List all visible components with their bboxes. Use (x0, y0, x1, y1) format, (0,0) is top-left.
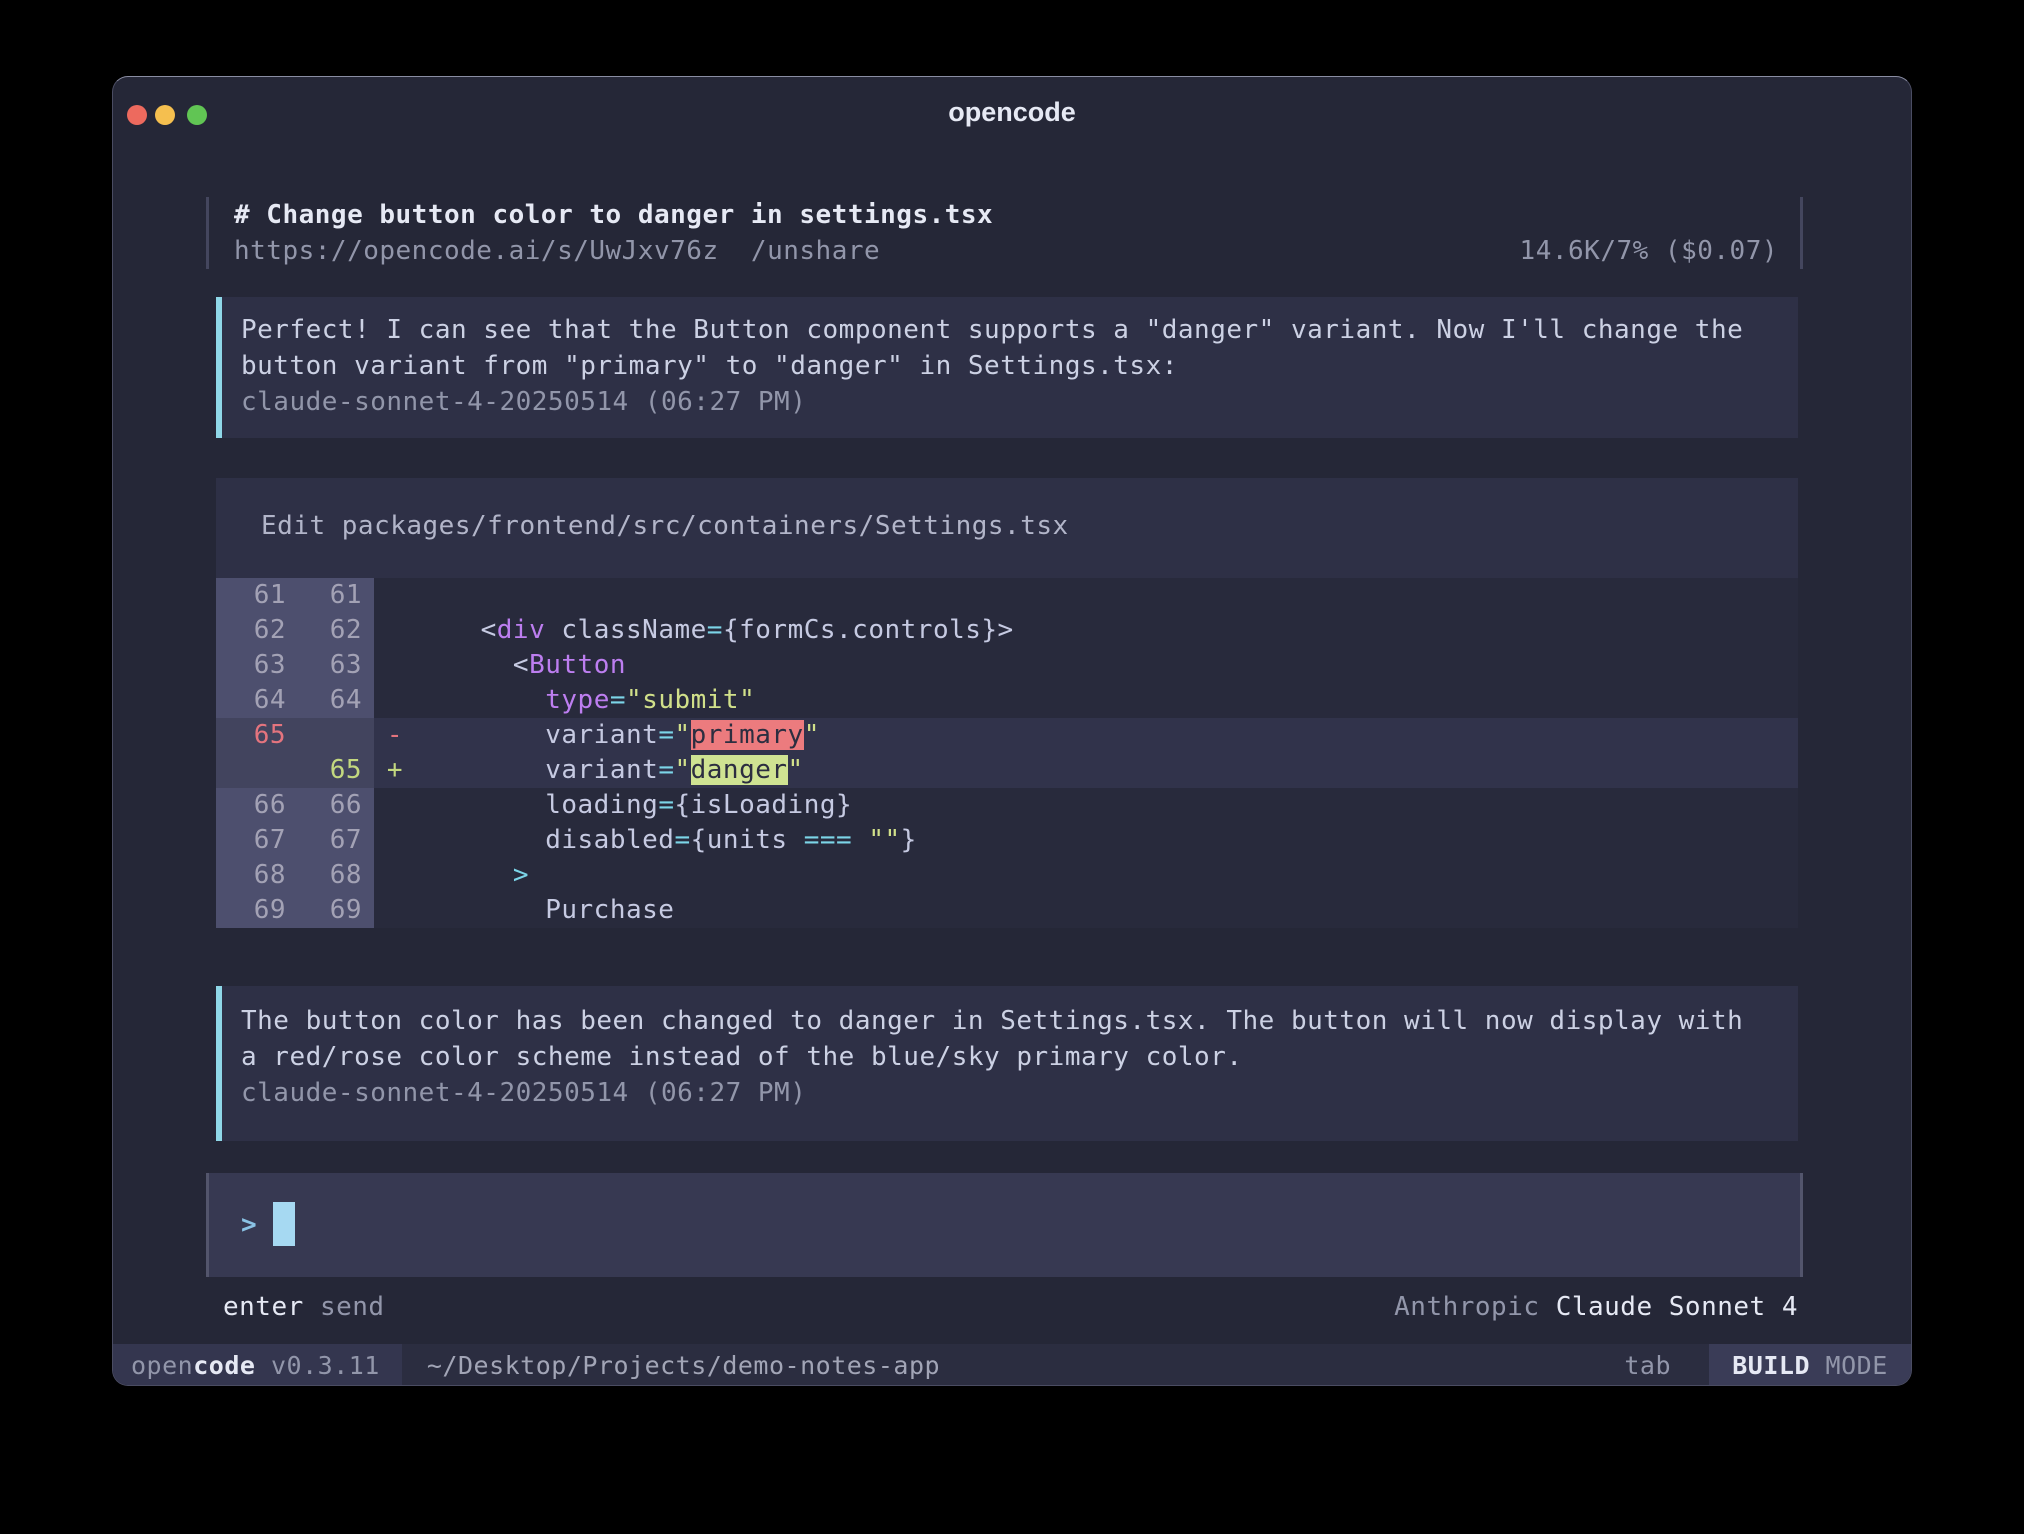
diff-line-number-new (298, 718, 374, 753)
diff-code-line (416, 578, 1798, 613)
mode-toggle[interactable]: BUILD MODE (1709, 1344, 1911, 1386)
assistant-message: The button color has been changed to dan… (216, 986, 1798, 1141)
diff-line-number-new: 64 (298, 683, 374, 718)
diff-line-number-old: 63 (216, 648, 298, 683)
diff-line-number-old: 65 (216, 718, 298, 753)
diff-row: 6262 <div className={formCs.controls}> (216, 613, 1798, 648)
diff-code-line: Purchase (416, 893, 1798, 928)
diff-marker (374, 858, 416, 893)
brand-open: open (131, 1351, 193, 1380)
footer-spacer (385, 1289, 1395, 1325)
model-label: Claude Sonnet 4 (1556, 1289, 1798, 1325)
diff-line-number-old: 61 (216, 578, 298, 613)
assistant-message: Perfect! I can see that the Button compo… (216, 297, 1798, 438)
diff-line-number-old: 66 (216, 788, 298, 823)
diff-code-line: type="submit" (416, 683, 1798, 718)
diff-code-line: variant="danger" (416, 753, 1798, 788)
version-label: v0.3.11 (255, 1351, 379, 1380)
header-spacer (880, 233, 1519, 269)
diff-marker (374, 613, 416, 648)
statusbar: opencode v0.3.11 ~/Desktop/Projects/demo… (113, 1344, 1911, 1386)
diff-line-number-new: 61 (298, 578, 374, 613)
brand-chip: opencode v0.3.11 (113, 1344, 402, 1386)
share-url-link[interactable]: https://opencode.ai/s/UwJxv76z (234, 233, 719, 269)
mode-suffix: MODE (1810, 1351, 1888, 1380)
titlebar: opencode (113, 77, 1911, 147)
opencode-window: opencode # Change button color to danger… (112, 76, 1912, 1386)
diff-line-number-new: 65 (298, 753, 374, 788)
diff-marker (374, 893, 416, 928)
diff-row: 6363 <Button (216, 648, 1798, 683)
prompt-input[interactable]: > (206, 1173, 1803, 1277)
diff-marker: - (374, 718, 416, 753)
context-stats: 14.6K/7% ($0.07) (1520, 233, 1778, 269)
diff-code-line: <Button (416, 648, 1798, 683)
diff-row: 6767 disabled={units === ""} (216, 823, 1798, 858)
message-meta: claude-sonnet-4-20250514 (06:27 PM) (241, 1075, 1798, 1111)
diff-line-number-old (216, 753, 298, 788)
session-header: # Change button color to danger in setti… (206, 197, 1803, 269)
diff-line-number-old: 69 (216, 893, 298, 928)
diff-marker (374, 823, 416, 858)
model-gap (1540, 1289, 1556, 1325)
edit-tool-block: Edit packages/frontend/src/containers/Se… (216, 478, 1798, 928)
diff-row: 65+ variant="danger" (216, 753, 1798, 788)
diff-code-line: > (416, 858, 1798, 893)
provider-label: Anthropic (1394, 1289, 1539, 1325)
message-line: Perfect! I can see that the Button compo… (241, 312, 1798, 348)
edit-tool-header: Edit packages/frontend/src/containers/Se… (216, 478, 1798, 544)
url-gap (719, 233, 751, 269)
session-title: # Change button color to danger in setti… (234, 197, 1778, 233)
diff-line-number-new: 66 (298, 788, 374, 823)
message-meta: claude-sonnet-4-20250514 (06:27 PM) (241, 384, 1798, 420)
enter-key-hint: enter (223, 1289, 304, 1325)
diff-row: 65 - variant="primary" (216, 718, 1798, 753)
diff-row: 6666 loading={isLoading} (216, 788, 1798, 823)
text-cursor (273, 1202, 295, 1246)
diff-marker (374, 578, 416, 613)
message-line: The button color has been changed to dan… (241, 1003, 1798, 1039)
diff-line-number-new: 62 (298, 613, 374, 648)
diff-line-number-new: 68 (298, 858, 374, 893)
diff-line-number-old: 67 (216, 823, 298, 858)
diff: 61616262 <div className={formCs.controls… (216, 578, 1798, 928)
brand-code: code (193, 1351, 255, 1380)
diff-line-number-old: 68 (216, 858, 298, 893)
diff-code-line: <div className={formCs.controls}> (416, 613, 1798, 648)
tab-key-hint: tab (1624, 1351, 1671, 1380)
project-path: ~/Desktop/Projects/demo-notes-app (427, 1351, 940, 1380)
diff-code-line: variant="primary" (416, 718, 1798, 753)
mode-name: BUILD (1732, 1351, 1810, 1380)
footer-hints: enter send Anthropic Claude Sonnet 4 (223, 1289, 1798, 1325)
diff-code-line: loading={isLoading} (416, 788, 1798, 823)
diff-line-number-old: 62 (216, 613, 298, 648)
diff-row: 6969 Purchase (216, 893, 1798, 928)
unshare-command[interactable]: /unshare (751, 233, 880, 269)
prompt-symbol: > (241, 1202, 257, 1248)
diff-line-number-new: 67 (298, 823, 374, 858)
diff-row: 6161 (216, 578, 1798, 613)
message-line: a red/rose color scheme instead of the b… (241, 1039, 1798, 1075)
diff-row: 6464 type="submit" (216, 683, 1798, 718)
diff-row: 6868 > (216, 858, 1798, 893)
diff-marker (374, 683, 416, 718)
diff-marker (374, 648, 416, 683)
window-title: opencode (113, 97, 1911, 128)
diff-line-number-new: 63 (298, 648, 374, 683)
diff-line-number-old: 64 (216, 683, 298, 718)
hint-gap (304, 1289, 320, 1325)
enter-action-hint: send (320, 1289, 385, 1325)
diff-marker: + (374, 753, 416, 788)
diff-line-number-new: 69 (298, 893, 374, 928)
diff-marker (374, 788, 416, 823)
diff-code-line: disabled={units === ""} (416, 823, 1798, 858)
message-line: button variant from "primary" to "danger… (241, 348, 1798, 384)
